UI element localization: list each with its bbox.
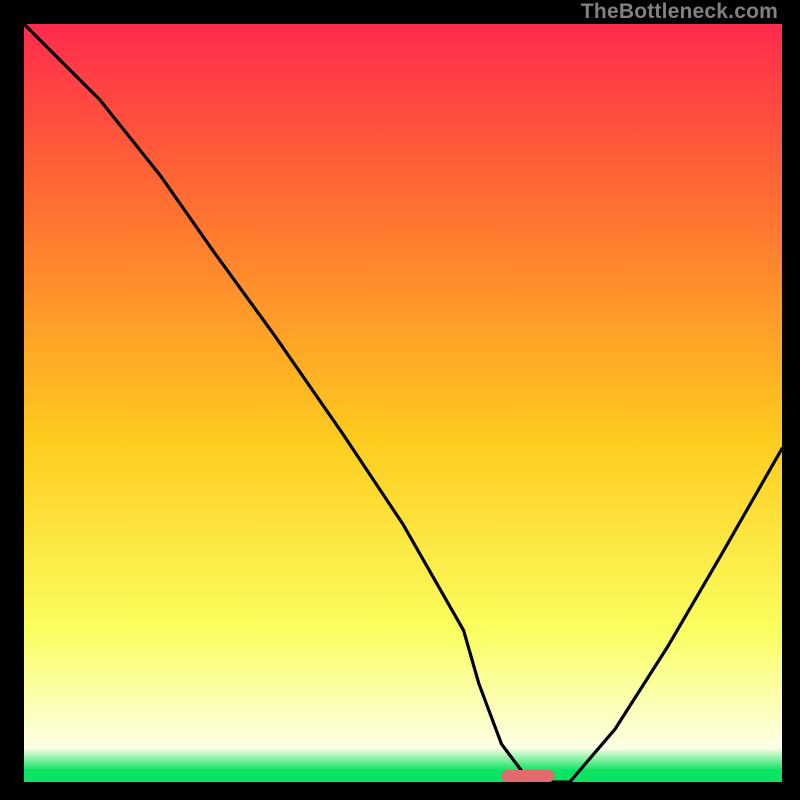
chart-frame xyxy=(18,18,782,782)
bottleneck-chart xyxy=(24,24,782,782)
gradient-background xyxy=(24,24,782,782)
optimal-marker xyxy=(502,770,555,782)
